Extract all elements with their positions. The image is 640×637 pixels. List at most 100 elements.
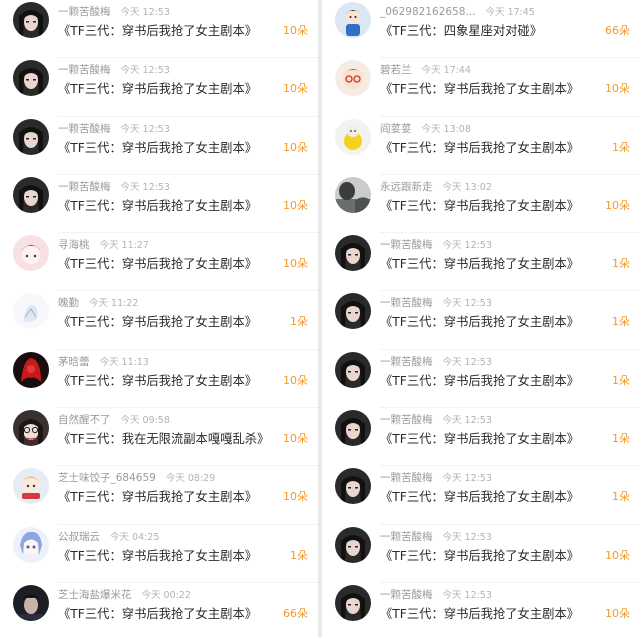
flower-count: 1朵 <box>612 432 630 446</box>
avatar-girl-dark-hair[interactable] <box>335 584 371 621</box>
timestamp: 今天 12:53 <box>120 7 170 18</box>
flower-count: 1朵 <box>612 140 630 154</box>
username[interactable]: 碧若兰 <box>380 64 412 76</box>
avatar-girl-glasses[interactable] <box>13 410 49 447</box>
flower-count: 1朵 <box>612 315 630 329</box>
avatar-girl-dark-hair[interactable] <box>335 293 371 330</box>
username[interactable]: 永远跟新走 <box>380 181 433 193</box>
avatar-girl-dark-hair[interactable] <box>13 118 49 155</box>
timestamp: 今天 12:53 <box>442 589 492 601</box>
gift-message: 《TF三代：穿书后我抢了女主剧本》 <box>380 548 580 563</box>
gift-message: 《TF三代：穿书后我抢了女主剧本》 <box>58 548 258 563</box>
list-item[interactable]: 碧若兰 今天 17:44 《TF三代：穿书后我抢了女主剧本》 10朵 <box>322 58 640 117</box>
timestamp: 今天 12:53 <box>442 298 492 310</box>
list-item[interactable]: 一颗苦酸梅 今天 12:53 《TF三代：穿书后我抢了女主剧本》 1朵 <box>322 408 640 467</box>
gift-list-right[interactable]: _062982162658... 今天 17:45 《TF三代：四象星座对对碰》 … <box>322 0 640 637</box>
avatar-girl-dark-hair[interactable] <box>13 2 49 38</box>
avatar-girl-dark-hair[interactable] <box>335 235 371 272</box>
avatar-girl-dark-hair[interactable] <box>13 176 49 213</box>
timestamp: 今天 12:53 <box>120 181 170 193</box>
gift-list-left[interactable]: 一颗苦酸梅 今天 12:53 《TF三代：穿书后我抢了女主剧本》 10朵 一颗苦酸… <box>0 0 318 637</box>
timestamp: 今天 12:53 <box>120 123 170 135</box>
username[interactable]: _062982162658... <box>380 6 475 18</box>
username[interactable]: 自然醒不了 <box>58 414 111 426</box>
avatar-dark-boy[interactable] <box>13 584 49 621</box>
flower-count: 10朵 <box>283 490 308 504</box>
list-item[interactable]: 阎荽荽 今天 13:08 《TF三代：穿书后我抢了女主剧本》 1朵 <box>322 117 640 176</box>
username[interactable]: 一颗苦酸梅 <box>58 64 111 76</box>
avatar-cartoon-boy[interactable] <box>335 2 371 38</box>
timestamp: 今天 11:13 <box>99 356 149 368</box>
avatar-girl-dark-hair[interactable] <box>335 526 371 563</box>
username[interactable]: 一颗苦酸梅 <box>58 181 111 193</box>
avatar-girl-dark-hair[interactable] <box>13 60 49 97</box>
list-item[interactable]: 一颗苦酸梅 今天 12:53 《TF三代：穿书后我抢了女主剧本》 10朵 <box>0 117 318 176</box>
flower-count: 1朵 <box>612 373 630 387</box>
list-item[interactable]: 一颗苦酸梅 今天 12:53 《TF三代：穿书后我抢了女主剧本》 10朵 <box>0 58 318 117</box>
flower-count: 1朵 <box>612 257 630 271</box>
username[interactable]: 一颗苦酸梅 <box>380 531 433 543</box>
username[interactable]: 一颗苦酸梅 <box>58 6 111 18</box>
avatar-yellow-plush[interactable] <box>335 118 371 155</box>
list-item[interactable]: 一颗苦酸梅 今天 12:53 《TF三代：穿书后我抢了女主剧本》 1朵 <box>322 466 640 525</box>
gift-message: 《TF三代：穿书后我抢了女主剧本》 <box>58 257 258 272</box>
list-item[interactable]: 自然醒不了 今天 09:58 《TF三代：我在无限流副本嘎嘎乱杀》 10朵 <box>0 408 318 467</box>
timestamp: 今天 13:02 <box>442 181 492 193</box>
avatar-girl-dark-hair[interactable] <box>335 468 371 505</box>
avatar-girl-dark-hair[interactable] <box>335 410 371 447</box>
list-item[interactable]: 永远跟新走 今天 13:02 《TF三代：穿书后我抢了女主剧本》 10朵 <box>322 175 640 234</box>
username[interactable]: 一颗苦酸梅 <box>380 414 433 426</box>
gift-message: 《TF三代：穿书后我抢了女主剧本》 <box>58 24 258 38</box>
gift-message: 《TF三代：穿书后我抢了女主剧本》 <box>380 373 580 388</box>
username[interactable]: 公叔瑞云 <box>58 531 100 543</box>
flower-count: 10朵 <box>605 606 630 620</box>
username[interactable]: 一颗苦酸梅 <box>380 239 433 251</box>
flower-count: 10朵 <box>283 198 308 212</box>
list-item[interactable]: 一颗苦酸梅 今天 12:53 《TF三代：穿书后我抢了女主剧本》 10朵 <box>0 175 318 234</box>
avatar-anime-blue[interactable] <box>13 526 49 563</box>
gift-records-page: 一颗苦酸梅 今天 12:53 《TF三代：穿书后我抢了女主剧本》 10朵 一颗苦酸… <box>0 0 640 637</box>
username[interactable]: 一颗苦酸梅 <box>380 356 433 368</box>
list-item[interactable]: _062982162658... 今天 17:45 《TF三代：四象星座对对碰》 … <box>322 0 640 59</box>
gift-message: 《TF三代：穿书后我抢了女主剧本》 <box>380 82 580 97</box>
gift-message: 《TF三代：穿书后我抢了女主剧本》 <box>58 82 258 97</box>
list-item[interactable]: 魄勤 今天 11:22 《TF三代：穿书后我抢了女主剧本》 1朵 <box>0 291 318 351</box>
timestamp: 今天 11:22 <box>89 298 139 310</box>
username[interactable]: 阎荽荽 <box>380 123 412 135</box>
flower-count: 1朵 <box>290 548 308 562</box>
list-item[interactable]: 一颗苦酸梅 今天 12:53 《TF三代：穿书后我抢了女主剧本》 1朵 <box>322 233 640 292</box>
avatar-anime-scarf[interactable] <box>13 468 49 505</box>
list-item[interactable]: 一颗苦酸梅 今天 12:53 《TF三代：穿书后我抢了女主剧本》 1朵 <box>322 291 640 351</box>
list-item[interactable]: 茅晗蕾 今天 11:13 《TF三代：穿书后我抢了女主剧本》 10朵 <box>0 350 318 409</box>
flower-count: 1朵 <box>612 490 630 504</box>
username[interactable]: 魄勤 <box>58 297 79 309</box>
avatar-pink-cartoon[interactable] <box>13 235 49 272</box>
username[interactable]: 一颗苦酸梅 <box>380 472 433 484</box>
avatar-girl-dark-hair[interactable] <box>335 351 371 388</box>
username[interactable]: 一颗苦酸梅 <box>380 297 433 309</box>
list-item[interactable]: 一颗苦酸梅 今天 12:53 《TF三代：穿书后我抢了女主剧本》 1朵 <box>322 350 640 409</box>
list-item[interactable]: 一颗苦酸梅 今天 12:53 《TF三代：穿书后我抢了女主剧本》 10朵 <box>0 0 318 59</box>
list-item[interactable]: 芝士海盐爆米花 今天 00:22 《TF三代：穿书后我抢了女主剧本》 66朵 <box>0 583 318 637</box>
username[interactable]: 芝士海盐爆米花 <box>58 589 132 601</box>
gift-message: 《TF三代：穿书后我抢了女主剧本》 <box>58 198 258 213</box>
list-item[interactable]: 公叔瑞云 今天 04:25 《TF三代：穿书后我抢了女主剧本》 1朵 <box>0 525 318 584</box>
username[interactable]: 寻海桃 <box>58 239 90 251</box>
avatar-red-dark[interactable] <box>13 351 49 388</box>
avatar-cartoon-glasses[interactable] <box>335 60 371 97</box>
list-item[interactable]: 一颗苦酸梅 今天 12:53 《TF三代：穿书后我抢了女主剧本》 10朵 <box>322 525 640 584</box>
flower-count: 10朵 <box>283 432 308 446</box>
gift-message: 《TF三代：穿书后我抢了女主剧本》 <box>58 373 258 388</box>
list-item[interactable]: 芝士味饺子_684659 今天 08:29 《TF三代：穿书后我抢了女主剧本》 1… <box>0 466 318 525</box>
gift-message: 《TF三代：穿书后我抢了女主剧本》 <box>380 198 580 213</box>
list-item[interactable]: 一颗苦酸梅 今天 12:53 《TF三代：穿书后我抢了女主剧本》 10朵 <box>322 583 640 637</box>
gift-message: 《TF三代：我在无限流副本嘎嘎乱杀》 <box>58 432 270 447</box>
avatar-white-sketch[interactable] <box>13 293 49 330</box>
username[interactable]: 一颗苦酸梅 <box>380 589 433 601</box>
avatar-grey-scene[interactable] <box>335 176 371 213</box>
list-item[interactable]: 寻海桃 今天 11:27 《TF三代：穿书后我抢了女主剧本》 10朵 <box>0 233 318 292</box>
gift-message: 《TF三代：穿书后我抢了女主剧本》 <box>58 140 258 155</box>
username[interactable]: 茅晗蕾 <box>58 356 90 368</box>
username[interactable]: 一颗苦酸梅 <box>58 123 111 135</box>
username[interactable]: 芝士味饺子_684659 <box>58 472 156 484</box>
